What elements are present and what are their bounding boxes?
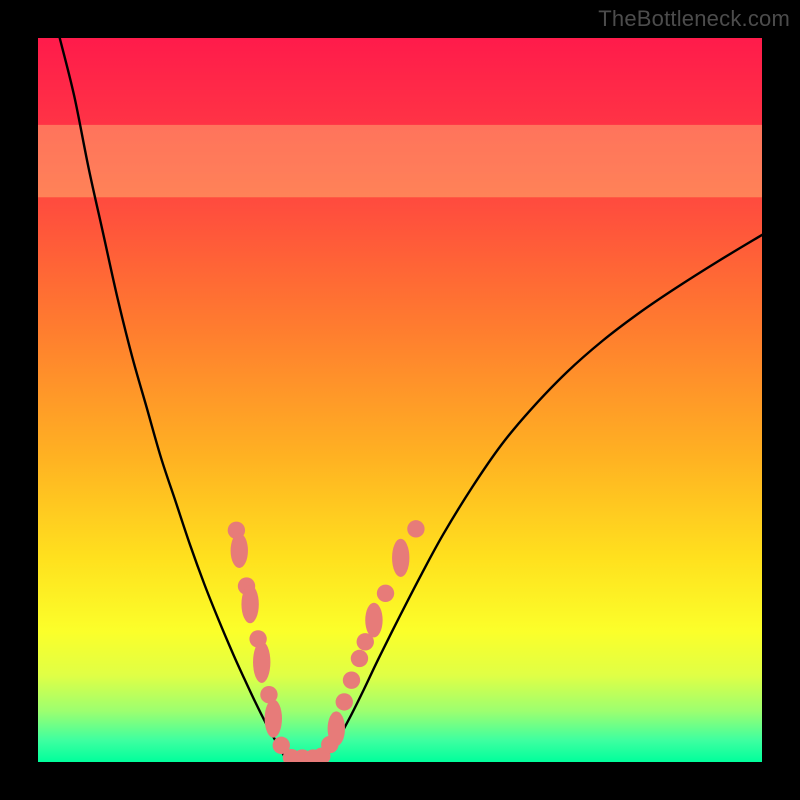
highlight-band	[38, 125, 762, 197]
data-marker	[351, 650, 368, 667]
chart-frame: TheBottleneck.com	[0, 0, 800, 800]
data-marker	[343, 672, 360, 689]
plot-area	[38, 38, 762, 762]
bottleneck-chart	[38, 38, 762, 762]
data-marker	[265, 699, 282, 737]
watermark-text: TheBottleneck.com	[598, 6, 790, 32]
data-marker	[377, 585, 394, 602]
data-marker	[241, 585, 258, 623]
data-marker	[328, 711, 345, 746]
data-marker	[365, 603, 382, 638]
data-marker	[231, 533, 248, 568]
data-marker	[336, 693, 353, 710]
data-marker	[253, 641, 270, 683]
data-marker	[392, 539, 409, 577]
data-marker	[407, 520, 424, 537]
